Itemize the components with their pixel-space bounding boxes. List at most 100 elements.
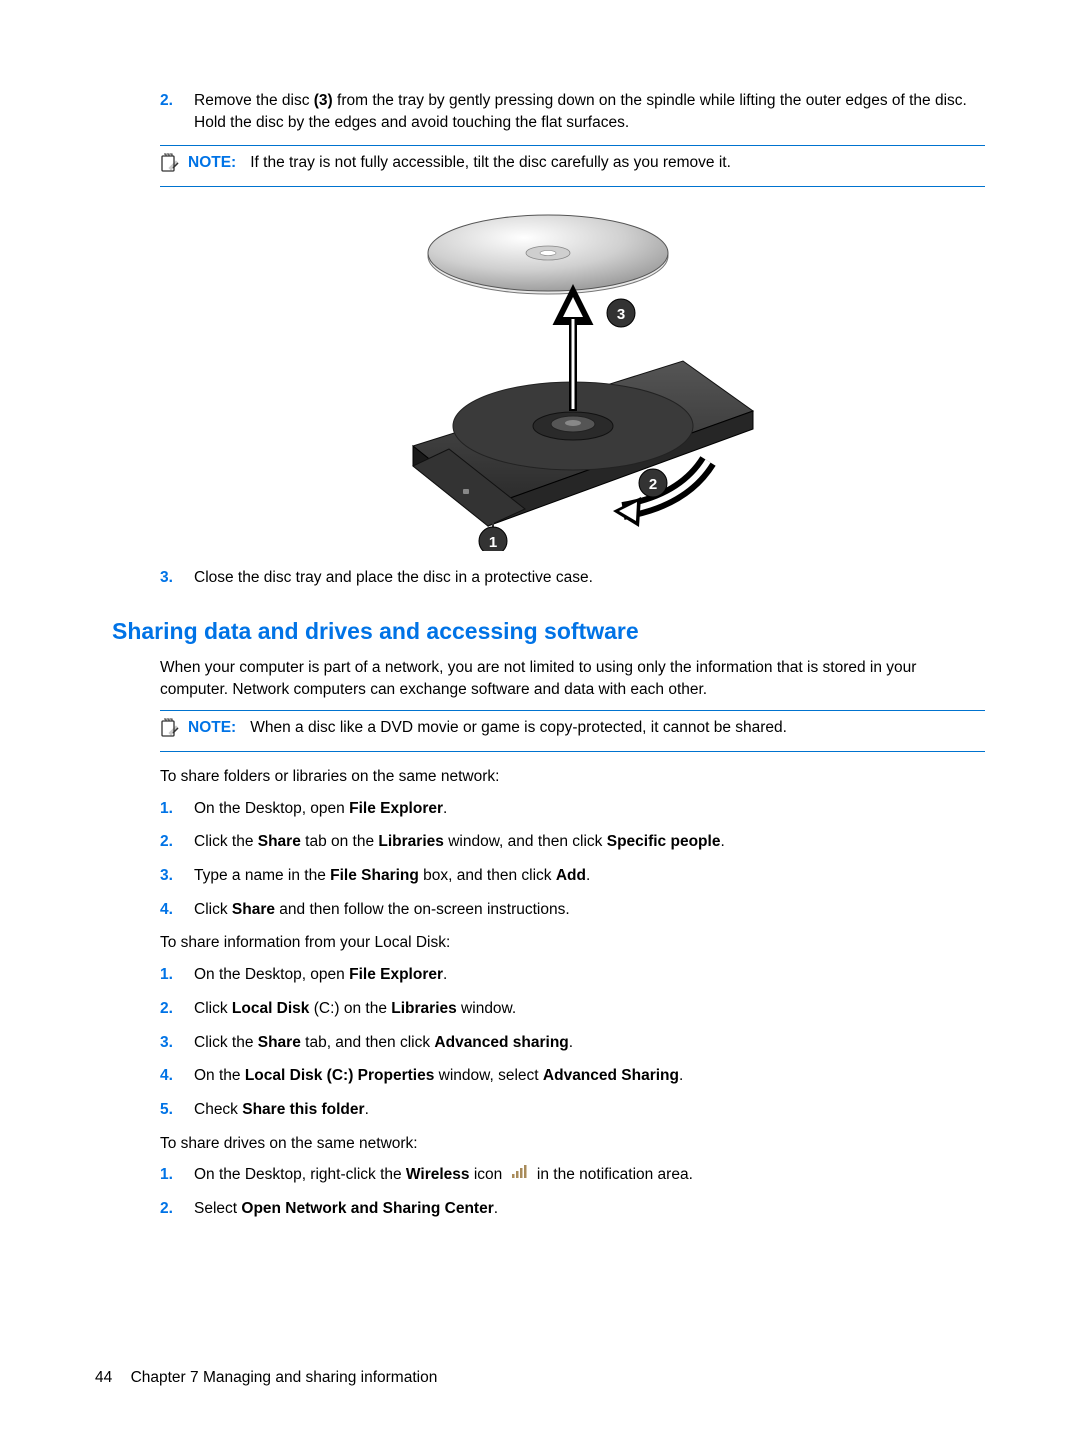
- step-text: Remove the disc (3) from the tray by gen…: [194, 90, 985, 133]
- t: On the Desktop, open: [194, 966, 349, 983]
- wireless-icon: [511, 1164, 529, 1186]
- tb: Share: [258, 833, 301, 850]
- t: .: [679, 1067, 683, 1084]
- step-text: On the Desktop, right-click the Wireless…: [194, 1164, 985, 1186]
- step-number: 2.: [160, 998, 194, 1020]
- disc-tray-figure: 3 2 1: [160, 201, 985, 551]
- list-a-2: 2. Click the Share tab on the Libraries …: [160, 831, 985, 853]
- step-text: On the Local Disk (C:) Properties window…: [194, 1065, 985, 1087]
- tb: Wireless: [406, 1166, 470, 1183]
- t: .: [443, 800, 447, 817]
- step-number: 3.: [160, 1032, 194, 1054]
- document-page: 2. Remove the disc (3) from the tray by …: [0, 0, 1080, 1437]
- tb: Specific people: [607, 833, 721, 850]
- step-number: 3.: [160, 865, 194, 887]
- step-number: 4.: [160, 1065, 194, 1087]
- step-text: Click the Share tab, and then click Adva…: [194, 1032, 985, 1054]
- t: Check: [194, 1101, 242, 1118]
- svg-text:2: 2: [648, 476, 656, 493]
- t: Click: [194, 901, 232, 918]
- t: Select: [194, 1200, 241, 1217]
- note-text: When a disc like a DVD movie or game is …: [250, 717, 985, 739]
- list-b-5: 5. Check Share this folder.: [160, 1099, 985, 1121]
- t: .: [365, 1101, 369, 1118]
- tb: File Sharing: [330, 867, 419, 884]
- list-b-2: 2. Click Local Disk (C:) on the Librarie…: [160, 998, 985, 1020]
- t: On the: [194, 1067, 245, 1084]
- tb: Advanced Sharing: [543, 1067, 679, 1084]
- step-text: Type a name in the File Sharing box, and…: [194, 865, 985, 887]
- t: .: [443, 966, 447, 983]
- tb: Share: [232, 901, 275, 918]
- tb: Open Network and Sharing Center: [241, 1200, 493, 1217]
- t: in the notification area.: [537, 1166, 693, 1183]
- t: tab, and then click: [301, 1034, 435, 1051]
- list-b-3: 3. Click the Share tab, and then click A…: [160, 1032, 985, 1054]
- step-number: 3.: [160, 567, 194, 589]
- t: Click: [194, 1000, 232, 1017]
- note-label: NOTE:: [188, 717, 236, 739]
- step-2: 2. Remove the disc (3) from the tray by …: [160, 90, 985, 133]
- tb: File Explorer: [349, 800, 443, 817]
- note-text: If the tray is not fully accessible, til…: [250, 152, 985, 174]
- tb: Local Disk: [232, 1000, 310, 1017]
- note-icon: [160, 718, 184, 745]
- list-b-4: 4. On the Local Disk (C:) Properties win…: [160, 1065, 985, 1087]
- chapter-label: Chapter 7 Managing and sharing informati…: [131, 1369, 438, 1386]
- tb: Local Disk (C:) Properties: [245, 1067, 435, 1084]
- tb: Libraries: [378, 833, 443, 850]
- step-number: 1.: [160, 798, 194, 820]
- page-content: 2. Remove the disc (3) from the tray by …: [160, 90, 985, 1220]
- step-number: 1.: [160, 964, 194, 986]
- step-number: 5.: [160, 1099, 194, 1121]
- svg-text:1: 1: [488, 534, 496, 551]
- t: Click the: [194, 833, 258, 850]
- list-a-3: 3. Type a name in the File Sharing box, …: [160, 865, 985, 887]
- step-number: 2.: [160, 1198, 194, 1220]
- step-text: On the Desktop, open File Explorer.: [194, 798, 985, 820]
- t: On the Desktop, open: [194, 800, 349, 817]
- lead-text: To share folders or libraries on the sam…: [160, 766, 985, 788]
- t: (C:) on the: [309, 1000, 391, 1017]
- step-number: 2.: [160, 831, 194, 853]
- t: icon: [470, 1166, 507, 1183]
- note-label: NOTE:: [188, 152, 236, 174]
- step-number: 2.: [160, 90, 194, 133]
- t: .: [586, 867, 590, 884]
- step-text: Click the Share tab on the Libraries win…: [194, 831, 985, 853]
- t: window.: [457, 1000, 516, 1017]
- list-a-1: 1. On the Desktop, open File Explorer.: [160, 798, 985, 820]
- step-3: 3. Close the disc tray and place the dis…: [160, 567, 985, 589]
- list-c-1: 1. On the Desktop, right-click the Wirel…: [160, 1164, 985, 1186]
- list-a-4: 4. Click Share and then follow the on-sc…: [160, 899, 985, 921]
- note-block-1: NOTE: If the tray is not fully accessibl…: [160, 145, 985, 187]
- step-number: 1.: [160, 1164, 194, 1186]
- list-c-2: 2. Select Open Network and Sharing Cente…: [160, 1198, 985, 1220]
- step-text: Click Share and then follow the on-scree…: [194, 899, 985, 921]
- tb: Add: [556, 867, 586, 884]
- step-text: Click Local Disk (C:) on the Libraries w…: [194, 998, 985, 1020]
- t: box, and then click: [419, 867, 556, 884]
- t: .: [720, 833, 724, 850]
- lead-text: To share drives on the same network:: [160, 1133, 985, 1155]
- t: Click the: [194, 1034, 258, 1051]
- list-b-1: 1. On the Desktop, open File Explorer.: [160, 964, 985, 986]
- step-text: Check Share this folder.: [194, 1099, 985, 1121]
- t: tab on the: [301, 833, 379, 850]
- t: window, and then click: [444, 833, 607, 850]
- t: .: [569, 1034, 573, 1051]
- page-footer: 44 Chapter 7 Managing and sharing inform…: [95, 1367, 437, 1389]
- text-bold: (3): [314, 92, 333, 109]
- tb: File Explorer: [349, 966, 443, 983]
- t: Type a name in the: [194, 867, 330, 884]
- text-part: Remove the disc: [194, 92, 314, 109]
- t: window, select: [434, 1067, 543, 1084]
- note-block-2: NOTE: When a disc like a DVD movie or ga…: [160, 710, 985, 752]
- section-heading: Sharing data and drives and accessing so…: [112, 615, 985, 647]
- page-number: 44: [95, 1369, 112, 1386]
- step-text: Select Open Network and Sharing Center.: [194, 1198, 985, 1220]
- tb: Libraries: [391, 1000, 456, 1017]
- step-number: 4.: [160, 899, 194, 921]
- step-text: Close the disc tray and place the disc i…: [194, 567, 985, 589]
- lead-text: To share information from your Local Dis…: [160, 932, 985, 954]
